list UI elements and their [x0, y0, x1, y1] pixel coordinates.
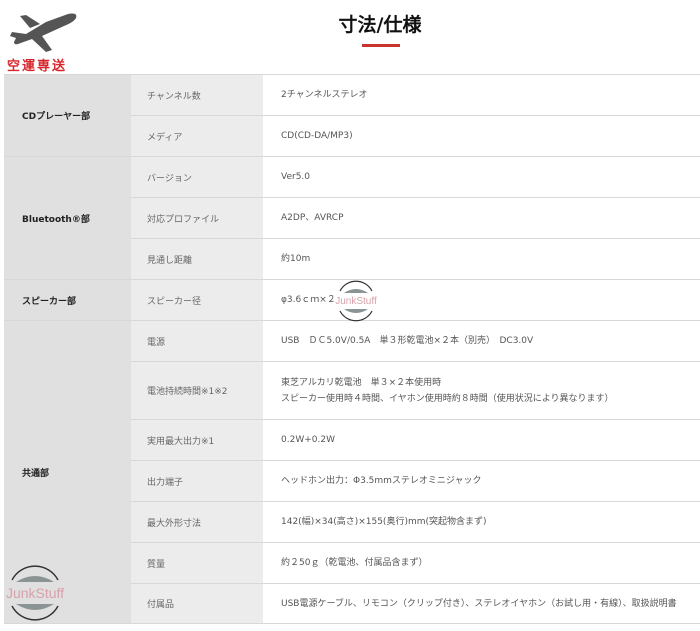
- logo-text: 空運専送: [7, 59, 68, 74]
- spec-item-label: 電池持続時間※1※2: [131, 361, 263, 420]
- spec-item-value: USB ＤＣ5.0V/0.5A 単３形乾電池×２本（別売） DC3.0V: [263, 320, 700, 362]
- section-label: CDプレーヤー部: [4, 74, 131, 157]
- spec-item-value: A2DP、AVRCP: [263, 197, 700, 239]
- spec-item-label: 付属品: [131, 583, 263, 624]
- spec-item-label: 電源: [131, 320, 263, 362]
- spec-item-label: スピーカー径: [131, 279, 263, 321]
- spec-item-label: 実用最大出力※1: [131, 419, 263, 461]
- spec-item-value: 約２50ｇ（乾電池、付属品含まず）: [263, 542, 700, 584]
- table-row: 共通部 電源 USB ＤＣ5.0V/0.5A 単３形乾電池×２本（別売） DC3…: [4, 320, 700, 624]
- table-row: CDプレーヤー部 チャンネル数 2チャンネルステレオ: [4, 74, 700, 157]
- spec-item-label: バージョン: [131, 156, 263, 198]
- spec-item-value: 約10m: [263, 238, 700, 280]
- value-line: 東芝アルカリ乾電池 単３×２本使用時: [281, 377, 442, 388]
- section-label: スピーカー部: [4, 279, 131, 321]
- section-label: 共通部: [4, 320, 131, 624]
- spec-item-value: ヘッドホン出力：Φ3.5mmステレオミニジャック: [263, 460, 700, 502]
- spec-item-value: CD(CD-DA/MP3): [263, 115, 700, 157]
- spec-item-value: 2チャンネルステレオ: [263, 74, 700, 116]
- spec-item-label: チャンネル数: [131, 74, 263, 116]
- spec-item-value: 142(幅)×34(高さ)×155(奥行)mm(突起物含まず): [263, 501, 700, 543]
- title-underline: [362, 44, 400, 47]
- spec-item-label: 質量: [131, 542, 263, 584]
- spec-page: 空運専送 寸法/仕様 CDプレーヤー部 チャンネル数 2チャンネルステレオ メデ…: [0, 0, 700, 631]
- spec-item-label: 対応プロファイル: [131, 197, 263, 239]
- spec-item-value: 東芝アルカリ乾電池 単３×２本使用時 スピーカー使用時４時間、イヤホン使用時約８…: [263, 361, 700, 420]
- spec-item-label: 出力端子: [131, 460, 263, 502]
- table-row: Bluetooth®部 バージョン Ver5.0: [4, 156, 700, 280]
- spec-item-value: 0.2W+0.2W: [263, 419, 700, 461]
- page-title: 寸法/仕様: [338, 14, 422, 36]
- spec-item-value: Ver5.0: [263, 156, 700, 198]
- spec-item-value: φ3.6ｃｍ×２: [263, 279, 700, 321]
- spec-table: CDプレーヤー部 チャンネル数 2チャンネルステレオ メディア CD(CD-DA…: [4, 74, 700, 624]
- section-label: Bluetooth®部: [4, 156, 131, 280]
- spec-item-label: 見通し距離: [131, 238, 263, 280]
- value-line: スピーカー使用時４時間、イヤホン使用時約８時間（使用状況により異なります）: [281, 393, 614, 404]
- spec-item-label: メディア: [131, 115, 263, 157]
- table-row: スピーカー部 スピーカー径 φ3.6ｃｍ×２: [4, 279, 700, 321]
- spec-item-value: USB電源ケーブル、リモコン（クリップ付き）、ステレオイヤホン（お試し用・有線）…: [263, 583, 700, 624]
- spec-item-label: 最大外形寸法: [131, 501, 263, 543]
